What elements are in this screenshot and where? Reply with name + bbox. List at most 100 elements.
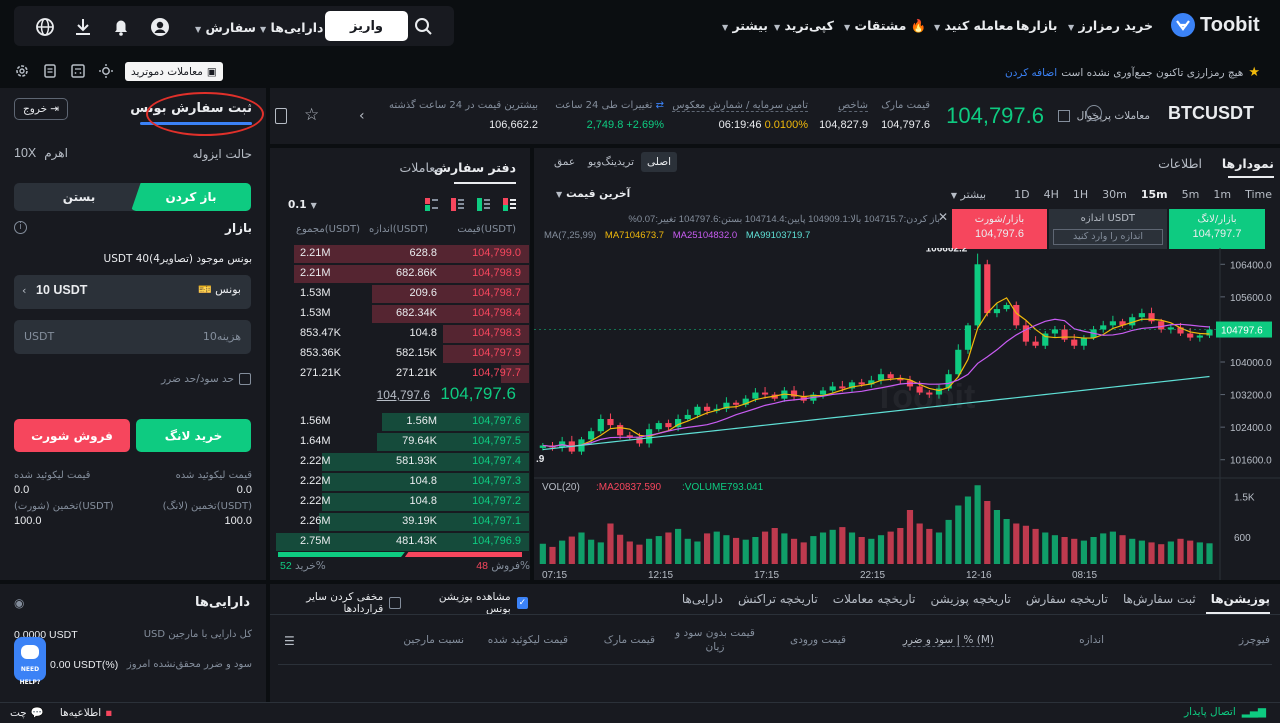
favorite-star-icon[interactable]: ☆ (304, 105, 319, 125)
show-bonus-checkbox[interactable]: ✓ (516, 597, 528, 609)
view-depth[interactable]: عمق (554, 156, 575, 168)
download-icon[interactable] (72, 16, 94, 38)
bid-row[interactable]: 104,797.2 104.8 2.22M (276, 492, 529, 512)
ask-row[interactable]: 104,797.7 271.21K 271.21K (276, 364, 529, 384)
positions-tab-5[interactable]: تاریخچه تراکنش (738, 592, 818, 606)
timeframe-1h[interactable]: 1H (1073, 188, 1088, 201)
view-asks-icon[interactable] (451, 198, 464, 211)
change-label: تغییرات طی 24 ساعت ⇄ (555, 100, 664, 111)
chat-link[interactable]: چت (10, 707, 27, 719)
user-avatar-icon[interactable] (149, 16, 171, 38)
hide-others-checkbox[interactable] (389, 597, 401, 609)
cost-unit: USDT (24, 330, 55, 343)
view-tradingview[interactable]: تریدینگ‌ویو (588, 156, 634, 168)
close-position-tab[interactable]: بستن (14, 183, 144, 211)
nav-assets[interactable]: ▼ دارایی‌ها (256, 20, 323, 35)
timeframe-30m[interactable]: 30m (1102, 188, 1127, 201)
info-icon[interactable]: i (14, 221, 27, 234)
isolated-mode[interactable]: حالت ایزوله (192, 147, 252, 161)
bid-row[interactable]: 104,797.3 104.8 2.22M (276, 472, 529, 492)
chart-panel: نمودارها اطلاعات اصلی تریدینگ‌ویو عمق ▼ آ… (534, 148, 1280, 580)
bid-row[interactable]: 104,797.1 39.19K 2.26M (276, 512, 529, 532)
timeframe-more[interactable]: ▼ بیشتر (947, 188, 986, 201)
globe-icon[interactable] (34, 16, 56, 38)
ask-row[interactable]: 104,797.9 582.15K 853.36K (276, 344, 529, 364)
demo-trading-tooltip[interactable]: معاملات دموترید ▣ (125, 62, 223, 81)
step-selector[interactable]: 0.1 ▼ (288, 199, 317, 211)
chevron-left-icon[interactable]: ‹ (359, 108, 365, 124)
settings-icon[interactable] (14, 63, 30, 82)
price-type-selector[interactable]: ▼ آخرین قیمت (556, 188, 630, 200)
add-favorite-link[interactable]: اضافه کردن (1005, 67, 1057, 79)
brand-logo[interactable]: Toobit (1170, 12, 1260, 38)
nav-markets[interactable]: بازارها (1016, 18, 1057, 33)
theme-sun-icon[interactable] (98, 63, 114, 82)
tab-charts[interactable]: نمودارها (1222, 156, 1274, 171)
ask-row[interactable]: 104,798.7 209.6 1.53M (276, 284, 529, 304)
candlestick-chart[interactable]: Toobit106400.0105600.0104800.0104000.010… (534, 248, 1280, 580)
hide-others-label: مخفی کردن سایر قراردادها (306, 591, 384, 615)
exit-bonus-button[interactable]: خروج ⇥ (14, 98, 68, 120)
nav-derivatives[interactable]: ▼ مشتقات 🔥 (840, 18, 926, 34)
quick-market-short-button[interactable]: بازار/شورت 104,797.6 (952, 209, 1047, 249)
quick-market-long-button[interactable]: بازار/لانگ 104,797.7 (1169, 209, 1265, 249)
nav-copytrade[interactable]: ▼ کپی‌ترید (770, 18, 834, 33)
tab-trades[interactable]: معاملات (400, 160, 442, 175)
timeframe-1d[interactable]: 1D (1014, 188, 1029, 201)
announcements-link[interactable]: اطلاعیه‌ها (60, 707, 101, 719)
bell-icon[interactable] (110, 16, 132, 38)
view-basic[interactable]: اصلی (641, 152, 677, 172)
square-icon[interactable] (1058, 110, 1070, 122)
column-settings-icon[interactable]: ☰ (284, 634, 295, 648)
positions-tab-3[interactable]: تاریخچه پوزیشن (930, 592, 1010, 606)
nav-orders[interactable]: ▼ سفارش (191, 20, 256, 35)
bonus-selector[interactable]: ‹ 10 USDT 🎫 بونس (14, 275, 251, 309)
positions-tab-2[interactable]: تاریخچه سفارش (1026, 592, 1108, 606)
view-bids-icon[interactable] (477, 198, 490, 211)
cost-input[interactable]: USDT هزینه10 (14, 320, 251, 354)
timeframe-4h[interactable]: 4H (1044, 188, 1059, 201)
ask-row[interactable]: 104,798.9 682.86K 2.21M (276, 264, 529, 284)
market-order-type[interactable]: بازار (225, 221, 252, 235)
timeframe-time[interactable]: Time (1245, 188, 1272, 201)
timeframe-15m[interactable]: 15m (1141, 188, 1168, 201)
ask-row[interactable]: 104,798.3 104.8 853.47K (276, 324, 529, 344)
calculator-icon[interactable] (70, 63, 86, 82)
open-position-tab[interactable]: باز کردن (131, 183, 251, 211)
timeframe-1m[interactable]: 1m (1213, 188, 1231, 201)
nav-trade[interactable]: ▼ معامله کنید (930, 18, 1013, 33)
nav-more[interactable]: ▼ بیشتر (718, 18, 768, 33)
quick-size-input[interactable]: اندازه را وارد کنید (1053, 229, 1163, 245)
positions-tab-4[interactable]: تاریخچه معاملات (833, 592, 916, 606)
nav-buy-crypto[interactable]: ▼ خرید رمزارز (1064, 18, 1153, 33)
positions-tab-0[interactable]: پوزیشن‌ها (1211, 592, 1270, 606)
tab-info[interactable]: اطلاعات (1158, 156, 1202, 171)
ask-row[interactable]: 104,799.0 628.8 2.21M (276, 244, 529, 264)
symbol-name[interactable]: BTCUSDT (1168, 103, 1254, 124)
timeframe-more-label: بیشتر (960, 188, 987, 201)
close-quick-order-icon[interactable]: ✕ (938, 210, 950, 224)
contract-info-icon[interactable] (275, 108, 287, 124)
help-mascot[interactable]: NEED HELP? (14, 637, 46, 686)
symbol-dropdown-icon[interactable]: ⌄ (1086, 105, 1102, 121)
bid-row[interactable]: 104,797.6 1.56M 1.56M (276, 412, 529, 432)
low-price-label: .9 (536, 454, 545, 465)
leverage-selector[interactable]: 10X اهرم (14, 146, 68, 160)
buy-long-button[interactable]: خرید لانگ (136, 419, 251, 452)
tpsl-checkbox[interactable] (239, 373, 251, 385)
ask-row[interactable]: 104,798.4 682.34K 1.53M (276, 304, 529, 324)
search-icon[interactable] (412, 15, 434, 37)
sell-short-button[interactable]: فروش شورت (14, 419, 130, 452)
bid-row[interactable]: 104,796.9 481.43K 2.75M (276, 532, 529, 552)
timeframe-5m[interactable]: 5m (1182, 188, 1200, 201)
bid-row[interactable]: 104,797.5 79.64K 1.64M (276, 432, 529, 452)
eye-icon[interactable]: ◉ (14, 596, 24, 610)
deposit-button[interactable]: واریز (325, 11, 408, 41)
document-icon[interactable] (42, 63, 58, 82)
view-compact-icon[interactable] (425, 198, 438, 211)
positions-tab-6[interactable]: دارایی‌ها (682, 592, 723, 606)
tab-orderbook[interactable]: دفتر سفارش (434, 160, 516, 175)
view-both-icon[interactable] (503, 198, 516, 211)
positions-tab-1[interactable]: ثبت سفارش‌ها (1123, 592, 1196, 606)
bid-row[interactable]: 104,797.4 581.93K 2.22M (276, 452, 529, 472)
